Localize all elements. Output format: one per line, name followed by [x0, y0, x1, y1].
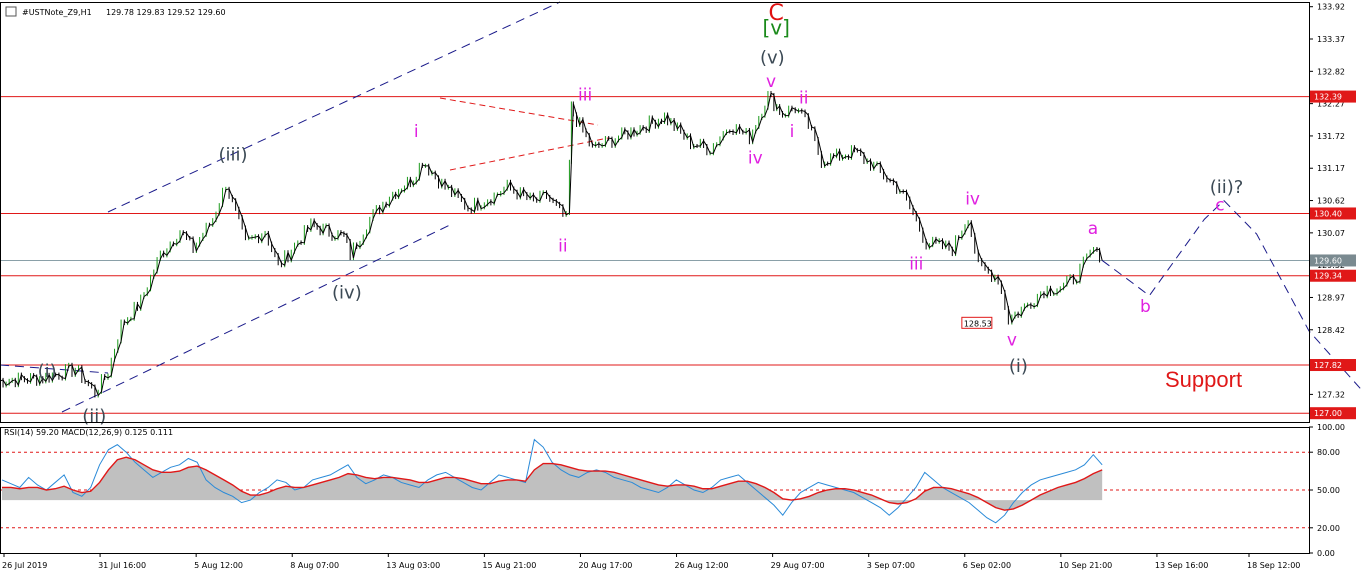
time-tick-label: 18 Sep 12:00 [1247, 561, 1300, 570]
macd-histogram [2, 457, 1103, 511]
price-tick-label: 130.07 [1317, 229, 1345, 238]
indicator-tick-label: 50.00 [1317, 486, 1340, 495]
price-line [0, 92, 1103, 397]
time-tick-label: 20 Aug 17:00 [578, 561, 632, 570]
price-tick-label: 131.72 [1317, 132, 1345, 141]
time-tick-label: 26 Aug 12:00 [675, 561, 729, 570]
time-tick-label: 15 Aug 21:00 [482, 561, 536, 570]
time-tick-label: 10 Sep 21:00 [1059, 561, 1112, 570]
time-tick-label: 5 Aug 12:00 [194, 561, 243, 570]
wave-label: iii [578, 86, 592, 106]
symbol-header: #USTNote_Z9,H1 129.78 129.83 129.52 129.… [5, 6, 226, 17]
price-tick-label: 133.92 [1317, 3, 1345, 12]
wave-label: (iii) [218, 145, 247, 166]
price-tick-label: 132.82 [1317, 67, 1345, 76]
wave-label: iv [965, 190, 980, 210]
main-price-pane: 128.53C[v](v)viiiiiiiv(iii)iii(iv)(i)(ii… [0, 1, 1361, 427]
indicator-tick-label: 80.00 [1317, 448, 1340, 457]
wave-label: (ii) [82, 406, 106, 427]
indicator-tick-label: 20.00 [1317, 524, 1340, 533]
wave-label: a [1088, 219, 1098, 239]
time-tick-label: 3 Sep 07:00 [867, 561, 915, 570]
time-tick-label: 31 Jul 16:00 [98, 561, 146, 570]
indicator-tick-label: 0.00 [1317, 549, 1335, 558]
main-pane-frame [0, 2, 1310, 423]
wave-label: (v) [760, 48, 785, 69]
time-tick-label: 6 Sep 02:00 [963, 561, 1011, 570]
chart-canvas: 128.53C[v](v)viiiiiiiv(iii)iii(iv)(i)(ii… [0, 1, 1361, 570]
level-price-label: 127.82 [1314, 361, 1342, 370]
wave-label: i [414, 122, 419, 142]
wave-label: v [766, 72, 776, 92]
indicator-tick-label: 100.00 [1317, 423, 1345, 432]
wave-label: b [1140, 297, 1151, 317]
price-tick-label: 128.97 [1317, 293, 1345, 302]
wave-label: c [1215, 196, 1224, 216]
price-tick-label: 128.42 [1317, 326, 1345, 335]
wave-label: v [1007, 331, 1017, 351]
low-price-label: 128.53 [964, 319, 992, 328]
chart-window-icon [5, 6, 17, 17]
wave-label: (i) [1009, 356, 1028, 377]
wave-label: ii [799, 89, 808, 109]
lower-channel-line [61, 223, 453, 413]
wave-label: (i) [38, 361, 57, 382]
support-label: Support [1165, 367, 1242, 392]
level-price-label: 132.39 [1314, 93, 1342, 102]
triangle-lower-line [449, 137, 609, 171]
level-price-label: 130.40 [1314, 209, 1342, 218]
level-price-label: 127.00 [1314, 409, 1342, 418]
price-tick-label: 130.62 [1317, 197, 1345, 206]
wave-label: [v] [763, 15, 790, 39]
current-price-label: 129.60 [1314, 256, 1342, 265]
triangle-upper-line [439, 97, 599, 126]
ohlc-values: 129.78 129.83 129.52 129.60 [106, 8, 226, 17]
time-tick-label: 8 Aug 07:00 [290, 561, 339, 570]
wave-label: iii [909, 254, 923, 274]
indicator-pane [0, 438, 1309, 529]
level-price-label: 129.34 [1314, 272, 1342, 281]
time-tick-label: 26 Jul 2019 [2, 561, 47, 570]
price-tick-label: 131.17 [1317, 164, 1345, 173]
symbol-label: #USTNote_Z9,H1 [22, 8, 92, 17]
price-tick-label: 133.37 [1317, 35, 1345, 44]
wave-label: iv [748, 149, 763, 169]
wave-label: ii [558, 237, 567, 257]
wave-label: (ii)? [1210, 177, 1244, 198]
time-tick-label: 29 Aug 07:00 [771, 561, 825, 570]
wave-label: (iv) [332, 283, 362, 304]
price-tick-label: 127.32 [1317, 390, 1345, 399]
time-tick-label: 13 Sep 16:00 [1155, 561, 1208, 570]
wave-label: i [790, 122, 795, 142]
indicator-header: RSI(14) 59.20 MACD(12,26,9) 0.125 0.111 [4, 428, 173, 437]
time-tick-label: 13 Aug 03:00 [386, 561, 440, 570]
